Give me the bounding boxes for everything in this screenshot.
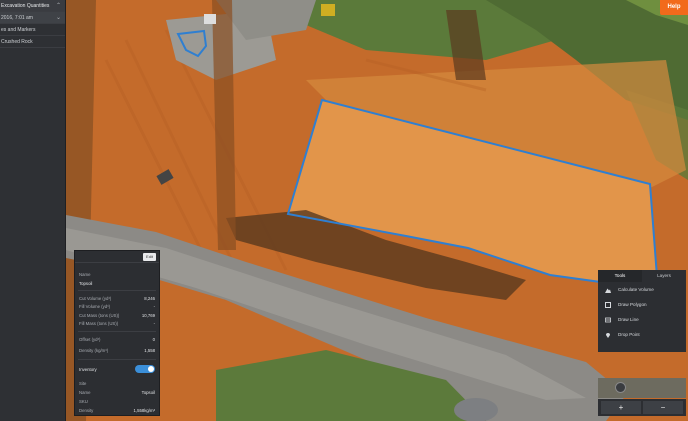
edit-button[interactable]: Edit <box>143 253 156 261</box>
sidebar-item-excavation-quantities[interactable]: Excavation Quantities ⌃ <box>0 0 65 12</box>
sidebar-item-date[interactable]: 2016, 7:01 am ⌄ <box>0 12 65 24</box>
sidebar-item-label: Crushed Rock <box>1 39 33 45</box>
draw-line-tool[interactable]: Draw Line <box>598 313 686 327</box>
divider <box>78 359 156 360</box>
name-label: Name <box>79 272 91 277</box>
sidebar-item-label: Excavation Quantities <box>1 3 50 9</box>
sidebar-item-label: 2016, 7:01 am <box>1 15 33 21</box>
cut-mass-value: 10,769 <box>141 313 155 318</box>
tools-tabs: Tools Layers <box>598 270 686 282</box>
inventory-label: Inventory <box>79 367 97 372</box>
offset-label: Offset (yd³) <box>79 337 101 342</box>
tab-layers[interactable]: Layers <box>642 270 686 282</box>
sidebar-item-crushed-rock[interactable]: Crushed Rock <box>0 36 65 48</box>
tool-label: Calculate Volume <box>618 287 654 292</box>
cut-volume-value: 8,246 <box>144 296 155 301</box>
zoom-in-button[interactable]: + <box>601 401 641 414</box>
tool-label: Draw Polygon <box>618 302 647 307</box>
fill-mass-value: - <box>153 321 155 326</box>
chevron-down-icon[interactable]: ⌄ <box>56 12 61 23</box>
locate-icon[interactable] <box>615 382 626 393</box>
inventory-name-label: Name <box>79 390 91 395</box>
fill-mass-label: Fill Mass (tons (US)) <box>79 321 119 326</box>
toggle-knob <box>148 366 154 372</box>
divider <box>78 331 156 332</box>
offset-value[interactable]: 0 <box>153 337 155 342</box>
sku-label: SKU <box>79 399 88 404</box>
line-icon <box>605 317 611 323</box>
draw-polygon-tool[interactable]: Draw Polygon <box>598 298 686 312</box>
name-value[interactable]: Topsoil <box>79 281 92 286</box>
chevron-up-icon[interactable]: ⌃ <box>56 0 61 11</box>
tool-label: Drop Point <box>618 332 640 337</box>
details-panel: Edit Name Topsoil Cut Volume (yd³) 8,246… <box>74 250 160 416</box>
pin-icon <box>606 333 610 338</box>
density-label: Density (kg/m³) <box>79 348 109 353</box>
app-root: Excavation Quantities ⌃ 2016, 7:01 am ⌄ … <box>0 0 688 421</box>
sidebar-item-label: es and Markers <box>1 27 36 33</box>
cut-volume-label: Cut Volume (yd³) <box>79 296 112 301</box>
density-value[interactable]: 1,558 <box>144 348 155 353</box>
tools-list: Calculate Volume Draw Polygon Draw Line … <box>598 282 686 352</box>
mountain-icon <box>605 288 611 293</box>
sidebar: Excavation Quantities ⌃ 2016, 7:01 am ⌄ … <box>0 0 66 421</box>
tool-label: Draw Line <box>618 317 639 322</box>
drop-point-tool[interactable]: Drop Point <box>598 328 686 342</box>
fill-volume-label: Fill Volume (yd³) <box>79 304 111 309</box>
polygon-icon <box>605 302 611 308</box>
minimap[interactable] <box>598 378 686 398</box>
sidebar-item-markers[interactable]: es and Markers <box>0 24 65 36</box>
inventory-name-value: Topsoil <box>141 390 155 395</box>
zoom-controls: + − <box>598 399 686 416</box>
inventory-density-label: Density <box>79 408 94 413</box>
inventory-density-value: 1,558kg/m³ <box>133 408 156 413</box>
tab-tools[interactable]: Tools <box>598 270 642 282</box>
site-label: Site <box>79 381 87 386</box>
inventory-toggle[interactable] <box>135 365 155 373</box>
cut-mass-label: Cut Mass (tons (US)) <box>79 313 120 318</box>
calculate-volume-tool[interactable]: Calculate Volume <box>598 283 686 297</box>
fill-volume-value: - <box>153 304 155 309</box>
divider <box>78 290 156 291</box>
tools-panel: Tools Layers Calculate Volume Draw Polyg… <box>598 270 686 418</box>
help-button[interactable]: Help <box>660 0 688 15</box>
details-topbar: Edit <box>75 251 159 263</box>
zoom-out-button[interactable]: − <box>643 401 683 414</box>
